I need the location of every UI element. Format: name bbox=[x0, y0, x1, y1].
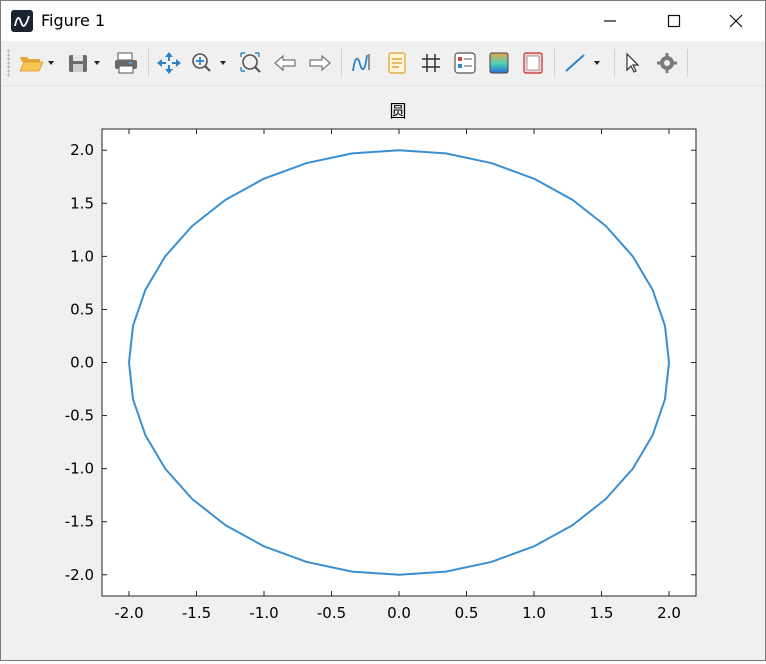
y-tick-label: -1.5 bbox=[65, 513, 94, 531]
y-tick-label: 1.0 bbox=[70, 247, 94, 265]
zoom-fit-icon bbox=[240, 52, 261, 73]
toolbar-separator bbox=[341, 49, 342, 77]
back-button[interactable] bbox=[271, 50, 301, 76]
forward-button[interactable] bbox=[304, 50, 334, 76]
minimize-button[interactable] bbox=[587, 1, 633, 41]
close-icon bbox=[729, 14, 743, 28]
chart-title: 圆 bbox=[390, 102, 407, 122]
cursor-arrow-icon bbox=[626, 52, 640, 73]
legend-button[interactable] bbox=[450, 50, 480, 76]
toolbar-separator bbox=[614, 49, 615, 77]
toolbar-separator bbox=[554, 49, 555, 77]
maximize-icon bbox=[667, 14, 681, 28]
octave-logo-icon bbox=[11, 10, 33, 32]
legend-icon bbox=[454, 52, 476, 74]
arrow-left-icon bbox=[274, 54, 296, 72]
toolbar-separator bbox=[148, 49, 149, 77]
zoom-fit-button[interactable] bbox=[236, 50, 266, 76]
axes-box-icon bbox=[523, 52, 543, 74]
x-tick-label: 1.5 bbox=[590, 604, 614, 622]
axes-box[interactable] bbox=[101, 128, 697, 597]
x-tick-label: 1.0 bbox=[522, 604, 546, 622]
y-tick-label: 0.0 bbox=[70, 354, 94, 372]
text-note-icon bbox=[388, 52, 406, 74]
zoom-in-button[interactable] bbox=[188, 50, 232, 76]
pan-button[interactable] bbox=[154, 50, 184, 76]
line-button[interactable] bbox=[560, 50, 610, 76]
zoom-in-icon bbox=[192, 53, 226, 72]
colorbar-icon bbox=[489, 52, 509, 74]
y-tick-label: 0.5 bbox=[70, 300, 94, 318]
y-tick-label: 1.5 bbox=[70, 194, 94, 212]
printer-icon bbox=[115, 52, 137, 74]
x-tick-label: -1.5 bbox=[182, 604, 211, 622]
x-tick-label: -2.0 bbox=[114, 604, 143, 622]
print-button[interactable] bbox=[111, 50, 141, 76]
x-tick-label: 0.0 bbox=[387, 604, 411, 622]
maximize-button[interactable] bbox=[651, 1, 697, 41]
folder-open-icon bbox=[19, 57, 54, 72]
rotate-icon bbox=[352, 54, 370, 72]
toolbar-separator bbox=[687, 49, 688, 77]
window-title: Figure 1 bbox=[41, 11, 106, 30]
open-file-button[interactable] bbox=[17, 50, 61, 76]
axes-button[interactable] bbox=[518, 50, 548, 76]
x-tick-label: -0.5 bbox=[317, 604, 346, 622]
figure-canvas: 圆 -2.0 -1.5 -1.0 -0.5 0.0 0.5 1.0 1.5 2.0 -2.0 -1… bbox=[1, 86, 765, 660]
settings-button[interactable] bbox=[652, 50, 682, 76]
save-button[interactable] bbox=[65, 50, 109, 76]
close-button[interactable] bbox=[713, 1, 759, 41]
y-tick-label: -2.0 bbox=[65, 566, 94, 584]
x-tick-label: 0.5 bbox=[455, 604, 479, 622]
line-draw-icon bbox=[565, 54, 600, 72]
colorbar-button[interactable] bbox=[484, 50, 514, 76]
grid-button[interactable] bbox=[416, 50, 446, 76]
rotate-button[interactable] bbox=[347, 50, 377, 76]
title-bar: Figure 1 bbox=[1, 1, 765, 41]
x-tick-label: -1.0 bbox=[249, 604, 278, 622]
select-button[interactable] bbox=[618, 50, 646, 76]
insert-text-button[interactable] bbox=[382, 50, 412, 76]
toolbar-grip[interactable] bbox=[7, 49, 10, 77]
x-tick-label: 2.0 bbox=[657, 604, 681, 622]
arrow-right-icon bbox=[309, 54, 331, 72]
minimize-icon bbox=[604, 20, 616, 22]
figure-toolbar bbox=[1, 41, 765, 86]
gear-icon bbox=[657, 53, 677, 73]
y-tick-label: -0.5 bbox=[65, 407, 94, 425]
pan-arrows-icon bbox=[157, 52, 181, 74]
grid-icon bbox=[422, 54, 440, 72]
y-tick-label: 2.0 bbox=[70, 141, 94, 159]
floppy-disk-icon bbox=[69, 55, 100, 72]
chart[interactable]: 圆 -2.0 -1.5 -1.0 -0.5 0.0 0.5 1.0 1.5 2.0 -2.0 -1… bbox=[1, 86, 765, 660]
figure-window: Figure 1 圆 -2.0 -1.5 -1.0 -0.5 0.0 0.5 1… bbox=[0, 0, 766, 661]
y-tick-label: -1.0 bbox=[65, 460, 94, 478]
